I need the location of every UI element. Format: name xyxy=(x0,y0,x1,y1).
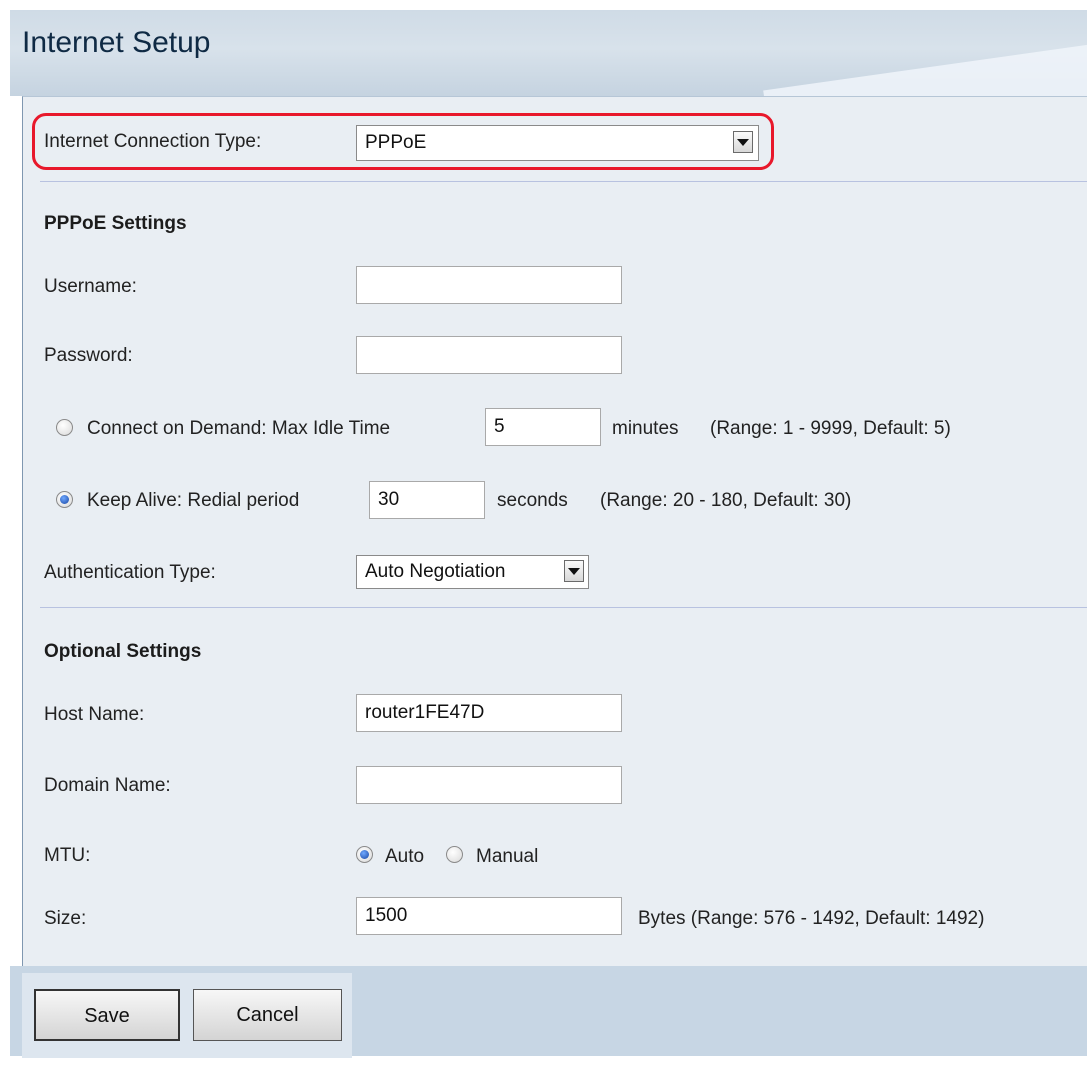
redial-period-hint: (Range: 20 - 180, Default: 30) xyxy=(600,490,852,511)
divider xyxy=(40,607,1087,608)
connection-type-select[interactable]: PPPoE xyxy=(356,125,759,161)
page-header: Internet Setup xyxy=(10,10,1087,96)
connection-type-label: Internet Connection Type: xyxy=(44,131,262,152)
save-button[interactable]: Save xyxy=(34,989,180,1041)
max-idle-time-unit: minutes xyxy=(612,418,679,439)
mtu-manual-label: Manual xyxy=(476,846,539,867)
connect-on-demand-radio[interactable] xyxy=(56,419,73,436)
chevron-down-icon[interactable] xyxy=(733,131,753,153)
host-name-label: Host Name: xyxy=(44,704,145,725)
auth-type-value: Auto Negotiation xyxy=(365,561,506,582)
domain-name-label: Domain Name: xyxy=(44,775,171,796)
connection-type-value: PPPoE xyxy=(365,132,427,153)
cancel-button[interactable]: Cancel xyxy=(193,989,342,1041)
mtu-auto-radio[interactable] xyxy=(356,846,373,863)
max-idle-time-input[interactable]: 5 xyxy=(485,408,601,446)
username-label: Username: xyxy=(44,276,137,297)
mtu-auto-label: Auto xyxy=(385,846,425,867)
domain-name-input[interactable] xyxy=(356,766,622,804)
mtu-size-input[interactable]: 1500 xyxy=(356,897,622,935)
username-input[interactable] xyxy=(356,266,622,304)
page-title: Internet Setup xyxy=(22,26,211,59)
auth-type-select[interactable]: Auto Negotiation xyxy=(356,555,589,589)
pppoe-settings-heading: PPPoE Settings xyxy=(44,213,187,234)
keep-alive-radio[interactable] xyxy=(56,491,73,508)
keep-alive-label: Keep Alive: Redial period xyxy=(87,490,300,511)
password-label: Password: xyxy=(44,345,133,366)
redial-period-unit: seconds xyxy=(497,490,568,511)
mtu-size-hint: Bytes (Range: 576 - 1492, Default: 1492) xyxy=(638,908,985,929)
connect-on-demand-label: Connect on Demand: Max Idle Time xyxy=(87,418,391,439)
host-name-input[interactable]: router1FE47D xyxy=(356,694,622,732)
chevron-down-icon[interactable] xyxy=(564,560,584,582)
mtu-label: MTU: xyxy=(44,845,91,866)
mtu-manual-radio[interactable] xyxy=(446,846,463,863)
password-input[interactable] xyxy=(356,336,622,374)
auth-type-label: Authentication Type: xyxy=(44,562,216,583)
redial-period-input[interactable]: 30 xyxy=(369,481,485,519)
optional-settings-heading: Optional Settings xyxy=(44,641,202,662)
max-idle-time-hint: (Range: 1 - 9999, Default: 5) xyxy=(710,418,951,439)
divider xyxy=(40,181,1087,182)
size-label: Size: xyxy=(44,908,87,929)
